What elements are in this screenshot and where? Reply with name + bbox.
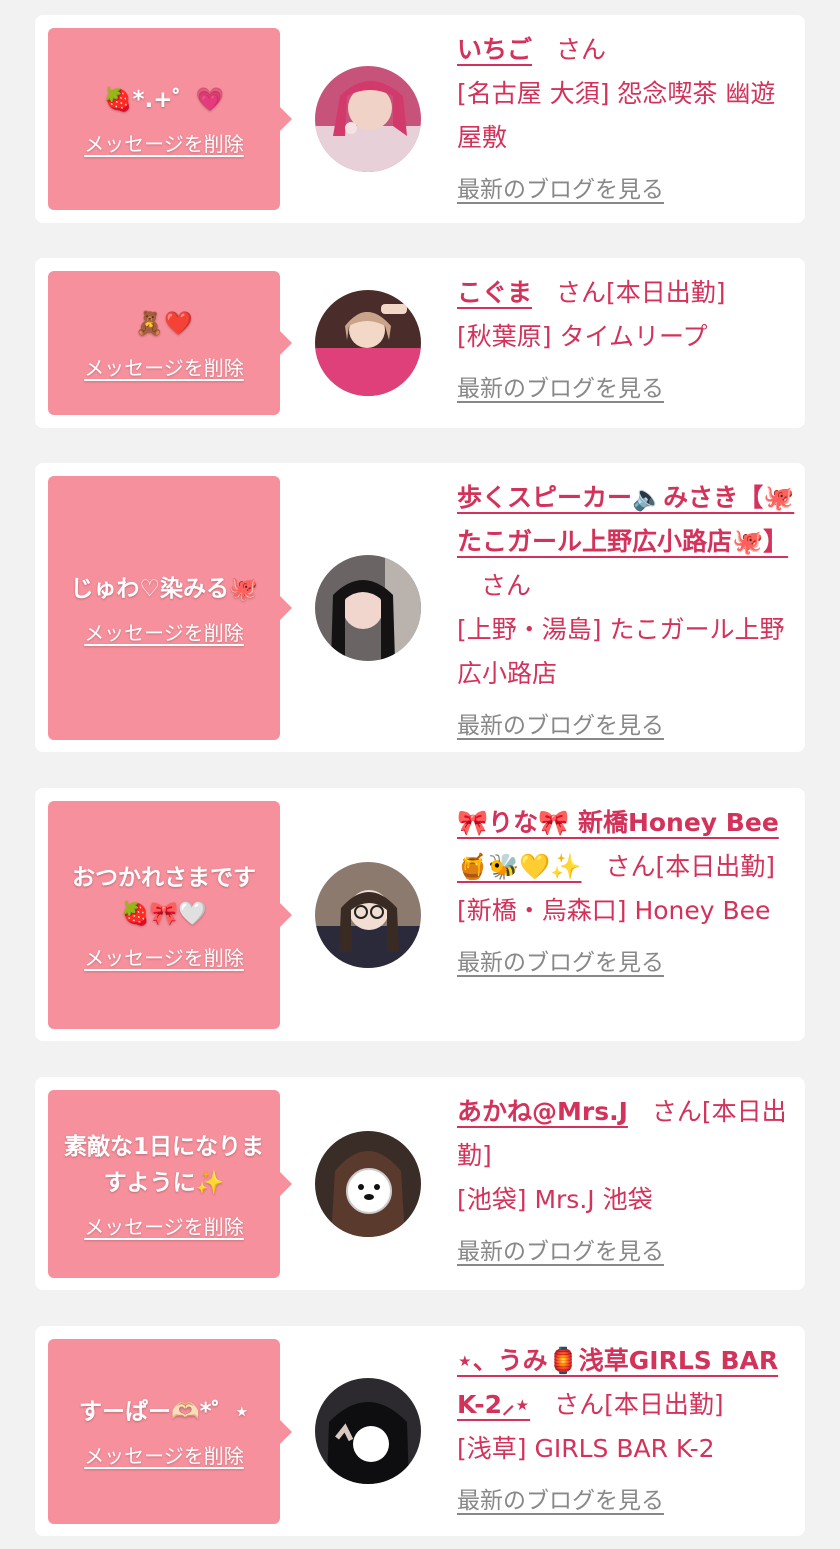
message-bubble: 素敵な1日になりますように✨ メッセージを削除 [48,1090,292,1278]
shop-info: [浅草] GIRLS BAR K-2 [457,1434,715,1463]
avatar[interactable] [315,1378,421,1484]
message-text: 🍓*.+゜💗 [103,86,225,113]
message-card: おつかれさまです🍓🎀🤍 メッセージを削除 🎀りな🎀 新橋Honey Bee 🍯🐝… [35,788,805,1041]
message-card: 🧸❤️ メッセージを削除 こぐま さん[本日出勤] [秋葉原] タイムリープ 最新… [35,258,805,428]
honorific: さん[本日出勤] [605,852,776,881]
delete-message-link[interactable]: メッセージを削除 [84,1440,244,1469]
avatar[interactable] [315,555,421,661]
profile-info: ⋆、うみ🏮浅草GIRLS BAR K-2⸝⋆ さん[本日出勤] [浅草] GIRL… [457,1339,795,1523]
message-bubble: すーぱー🫶🏻*゜⋆ メッセージを削除 [48,1339,292,1524]
message-card: 素敵な1日になりますように✨ メッセージを削除 あかね@Mrs.J さん[本日出勤… [35,1077,805,1290]
avatar[interactable] [315,1131,421,1237]
avatar-photo-icon [315,862,421,968]
honorific: さん [481,571,532,600]
message-text: 🧸❤️ [135,310,193,337]
message-text: おつかれさまです🍓🎀🤍 [72,864,256,927]
message-text: じゅわ♡染みる🐙 [70,575,258,602]
honorific: さん[本日出勤] [554,1390,724,1419]
avatar-photo-icon [315,290,421,396]
latest-blog-link[interactable]: 最新のブログを見る [457,367,664,411]
message-card: 🍓*.+゜💗 メッセージを削除 いちご さん [名古屋 大須] 怨念喫茶 幽遊屋敷… [35,15,805,223]
profile-info: 歩くスピーカー🔈みさき【🐙たこガール上野広小路店🐙】さん [上野・湯島] たこガ… [457,476,795,748]
avatar-photo-icon [315,1131,421,1237]
honorific: さん[本日出勤] [556,278,726,307]
avatar-photo-icon [315,1378,421,1484]
profile-info: こぐま さん[本日出勤] [秋葉原] タイムリープ 最新のブログを見る [457,271,795,411]
message-card: じゅわ♡染みる🐙 メッセージを削除 歩くスピーカー🔈みさき【🐙たこガール上野広小… [35,463,805,752]
message-card: すーぱー🫶🏻*゜⋆ メッセージを削除 ⋆、うみ🏮浅草GIRLS BAR K-2⸝… [35,1326,805,1536]
avatar[interactable] [315,290,421,396]
message-bubble: 🍓*.+゜💗 メッセージを削除 [48,28,292,210]
profile-name-link[interactable]: 歩くスピーカー🔈みさき【🐙たこガール上野広小路店🐙】 [457,483,794,556]
delete-message-link[interactable]: メッセージを削除 [84,942,244,971]
delete-message-link[interactable]: メッセージを削除 [84,617,244,646]
latest-blog-link[interactable]: 最新のブログを見る [457,941,664,985]
shop-info: [上野・湯島] たこガール上野広小路店 [457,615,785,688]
latest-blog-link[interactable]: 最新のブログを見る [457,704,664,748]
message-bubble: おつかれさまです🍓🎀🤍 メッセージを削除 [48,801,292,1029]
avatar-photo-icon [315,66,421,172]
latest-blog-link[interactable]: 最新のブログを見る [457,1230,664,1274]
message-text: 素敵な1日になりますように✨ [63,1133,264,1196]
profile-info: 🎀りな🎀 新橋Honey Bee 🍯🐝💛✨ さん[本日出勤] [新橋・烏森口] H… [457,801,795,985]
avatar-photo-icon [315,555,421,661]
profile-name-link[interactable]: こぐま [457,278,532,307]
profile-name-link[interactable]: あかね@Mrs.J [457,1097,628,1126]
delete-message-link[interactable]: メッセージを削除 [84,1211,244,1240]
shop-info: [秋葉原] タイムリープ [457,322,708,351]
profile-info: いちご さん [名古屋 大須] 怨念喫茶 幽遊屋敷 最新のブログを見る [457,28,795,212]
shop-info: [名古屋 大須] 怨念喫茶 幽遊屋敷 [457,79,776,152]
avatar[interactable] [315,862,421,968]
message-text: すーぱー🫶🏻*゜⋆ [78,1399,250,1425]
profile-name-link[interactable]: いちご [457,35,532,64]
delete-message-link[interactable]: メッセージを削除 [84,352,244,381]
delete-message-link[interactable]: メッセージを削除 [84,128,244,157]
latest-blog-link[interactable]: 最新のブログを見る [457,168,664,212]
latest-blog-link[interactable]: 最新のブログを見る [457,1479,664,1523]
profile-info: あかね@Mrs.J さん[本日出勤] [池袋] Mrs.J 池袋 最新のブログを見… [457,1090,795,1274]
message-bubble: 🧸❤️ メッセージを削除 [48,271,292,415]
message-bubble: じゅわ♡染みる🐙 メッセージを削除 [48,476,292,740]
honorific: さん [556,35,607,64]
shop-info: [池袋] Mrs.J 池袋 [457,1185,653,1214]
avatar[interactable] [315,66,421,172]
shop-info: [新橋・烏森口] Honey Bee [457,896,771,925]
